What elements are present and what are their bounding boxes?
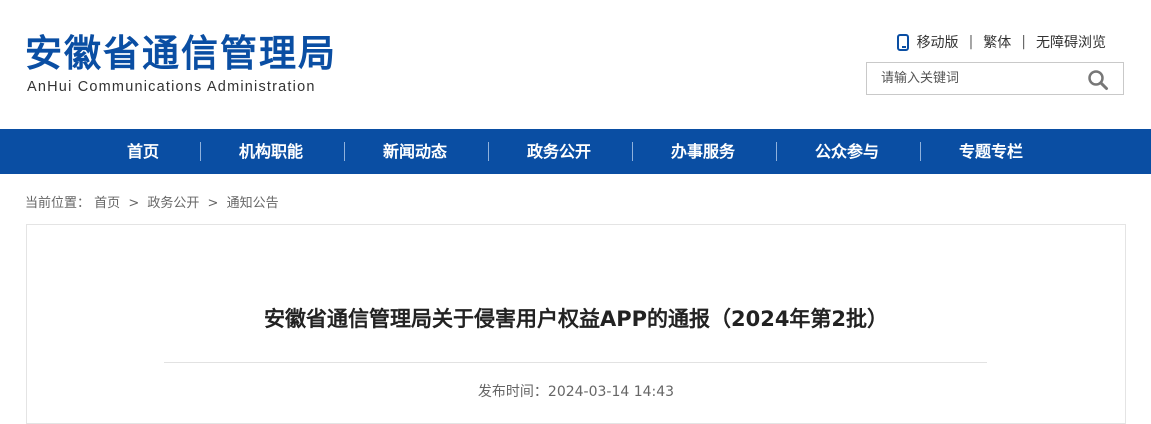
article-panel: 安徽省通信管理局关于侵害用户权益APP的通报（2024年第2批） 发布时间：20… xyxy=(26,224,1126,424)
site-header: 安徽省通信管理局 AnHui Communications Administra… xyxy=(0,0,1151,129)
search-icon[interactable] xyxy=(1087,69,1109,91)
breadcrumb-separator: > xyxy=(128,196,140,211)
site-logo-subtitle: AnHui Communications Administration xyxy=(27,79,316,95)
top-links: 移动版 | 繁体 | 无障碍浏览 xyxy=(896,32,1106,52)
article-title: 安徽省通信管理局关于侵害用户权益APP的通报（2024年第2批） xyxy=(263,307,889,331)
divider: | xyxy=(1021,34,1026,50)
nav-item-home[interactable]: 首页 xyxy=(71,129,215,174)
accessible-browsing-link[interactable]: 无障碍浏览 xyxy=(1036,32,1106,52)
publish-time: 发布时间：2024-03-14 14:43 xyxy=(27,381,1125,401)
nav-item-services[interactable]: 办事服务 xyxy=(631,129,775,174)
divider: | xyxy=(968,34,974,50)
traditional-chinese-link[interactable]: 繁体 xyxy=(983,32,1011,52)
breadcrumb-notices[interactable]: 通知公告 xyxy=(227,196,279,211)
search-input[interactable] xyxy=(867,63,1091,94)
main-nav: 首页 机构职能 新闻动态 政务公开 办事服务 公众参与 专题专栏 xyxy=(0,129,1151,174)
mobile-phone-icon xyxy=(896,33,909,51)
nav-item-gov-affairs[interactable]: 政务公开 xyxy=(487,129,631,174)
title-divider xyxy=(164,362,987,363)
nav-item-participation[interactable]: 公众参与 xyxy=(775,129,919,174)
nav-item-functions[interactable]: 机构职能 xyxy=(199,129,343,174)
nav-item-news[interactable]: 新闻动态 xyxy=(343,129,487,174)
breadcrumb-home[interactable]: 首页 xyxy=(94,196,120,211)
publish-time-label: 发布时间： xyxy=(477,384,548,400)
site-logo-title[interactable]: 安徽省通信管理局 xyxy=(25,30,337,78)
nav-item-topics[interactable]: 专题专栏 xyxy=(919,129,1063,174)
breadcrumb-gov-affairs[interactable]: 政务公开 xyxy=(147,196,199,211)
breadcrumb-separator: > xyxy=(207,196,219,211)
publish-time-value: 2024-03-14 14:43 xyxy=(547,384,675,400)
breadcrumb-prefix: 当前位置： xyxy=(25,196,91,211)
search-box xyxy=(866,62,1124,95)
breadcrumb: 当前位置： 首页 > 政务公开 > 通知公告 xyxy=(25,192,279,211)
mobile-version-link[interactable]: 移动版 xyxy=(917,32,959,52)
